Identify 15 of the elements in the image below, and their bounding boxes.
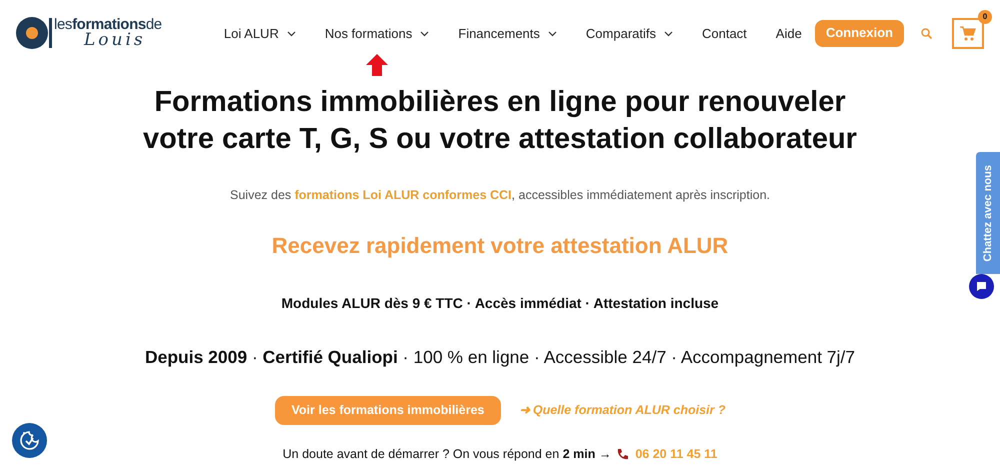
nav-link[interactable]: Nos formations — [324, 24, 430, 44]
page-title: Formations immobilières en ligne pour renouveler votre carte T, G, S ou votre attestation collaborateur — [142, 85, 858, 157]
subtitle: Recevez rapidement votre attestation ALUR — [272, 232, 728, 260]
contact-text: Un doute avant de démarrer ? On vous répond en 2 min → — [282, 446, 612, 463]
intro-text: Suivez des formations Loi ALUR conformes CCI, accessibles immédiatement après inscription. — [230, 187, 770, 204]
nav-link[interactable]: Aide — [776, 24, 802, 44]
nav-link[interactable]: Comparatifs — [586, 24, 673, 44]
nav-link[interactable]: Loi ALUR — [224, 24, 296, 44]
logo-script: Louis — [84, 32, 147, 49]
logo-text: lesformationsde — [54, 17, 162, 32]
offer-text: Modules ALUR dès 9 € TTC · Accès immédiat · Attestation incluse — [281, 294, 719, 313]
nav-link[interactable]: Contact — [702, 24, 747, 44]
nav-link[interactable]: Financements — [458, 24, 557, 44]
trust-text: Depuis 2009 · Certifié Qualiopi · 100 % en ligne · Accessible 24/7 · Accompagnement 7j/7 — [144, 346, 856, 369]
cart-count-badge: 0 — [978, 10, 992, 24]
